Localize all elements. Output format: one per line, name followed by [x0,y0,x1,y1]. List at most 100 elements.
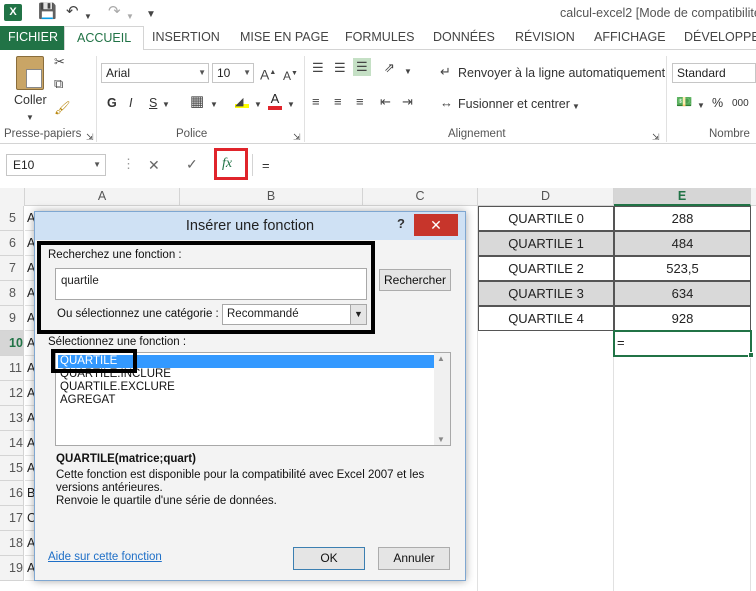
percent-button[interactable]: % [712,95,723,111]
quartile-label-cell[interactable]: QUARTILE 4 [478,306,614,331]
row-header-8[interactable]: 8 [0,281,24,306]
decrease-indent-icon[interactable]: ⇤ [380,94,391,110]
fill-handle[interactable] [748,352,754,358]
search-button[interactable]: Rechercher [379,269,451,291]
paste-dropdown-icon[interactable]: ▼ [26,110,34,126]
row-header-7[interactable]: 7 [0,256,24,281]
increase-indent-icon[interactable]: ⇥ [402,94,413,110]
close-button[interactable]: ✕ [414,214,458,236]
tab-insert[interactable]: INSERTION [152,26,220,50]
row-header-18[interactable]: 18 [0,531,24,556]
quartile-value-cell[interactable]: 484 [614,231,751,256]
align-right-icon[interactable]: ≡ [356,94,364,110]
wrap-text-button[interactable]: Renvoyer à la ligne automatiquement [458,65,665,81]
borders-icon[interactable]: ▦ [190,94,204,110]
column-header-a[interactable]: A [25,188,180,206]
row-header-9[interactable]: 9 [0,306,24,331]
quartile-value-cell[interactable]: 928 [614,306,751,331]
undo-icon[interactable]: ↶ [66,3,79,21]
chevron-down-icon[interactable]: ▼ [404,64,412,80]
tab-view[interactable]: AFFICHAGE [594,26,666,50]
row-header-10[interactable]: 10 [0,331,24,356]
align-bottom-icon[interactable]: ☰ [353,58,371,76]
list-item[interactable]: AGREGAT [60,394,115,407]
clipboard-launcher-icon[interactable]: ⇲ [86,129,94,145]
align-top-icon[interactable]: ☰ [312,60,324,76]
align-center-icon[interactable]: ≡ [334,94,342,110]
list-item[interactable]: QUARTILE.EXCLURE [60,381,175,394]
column-header-d[interactable]: D [478,188,614,206]
merge-center-button[interactable]: Fusionner et centrer [458,96,570,112]
quartile-label-cell[interactable]: QUARTILE 0 [478,206,614,231]
tab-formulas[interactable]: FORMULES [345,26,414,50]
scrollbar[interactable]: ▲ ▼ [434,353,450,445]
wrap-text-icon[interactable]: ↵ [440,64,451,80]
row-header-15[interactable]: 15 [0,456,24,481]
accounting-format-icon[interactable]: 💵 [676,94,692,110]
quartile-value-cell[interactable]: 523,5 [614,256,751,281]
font-launcher-icon[interactable]: ⇲ [293,129,301,145]
save-icon[interactable]: 💾 [38,3,57,21]
formula-content[interactable]: = [262,158,270,174]
tab-review[interactable]: RÉVISION [515,26,575,50]
row-header-11[interactable]: 11 [0,356,24,381]
select-all-corner[interactable] [0,188,25,206]
row-header-6[interactable]: 6 [0,231,24,256]
row-header-17[interactable]: 17 [0,506,24,531]
paste-button[interactable]: Coller [14,92,47,108]
active-cell-e10[interactable]: = [613,330,752,357]
chevron-down-icon[interactable]: ▼ [572,99,580,115]
quartile-value-cell[interactable]: 288 [614,206,751,231]
chevron-down-icon[interactable]: ▼ [162,97,170,113]
orientation-icon[interactable]: ⇗ [384,60,395,76]
chevron-down-icon[interactable]: ▼ [697,98,705,114]
column-header-c[interactable]: C [363,188,478,206]
row-header-19[interactable]: 19 [0,556,24,581]
scroll-up-icon[interactable]: ▲ [437,354,445,363]
quartile-value-cell[interactable]: 634 [614,281,751,306]
help-icon[interactable]: ? [397,216,405,231]
ok-button[interactable]: OK [293,547,365,570]
tab-data[interactable]: DONNÉES [433,26,495,50]
row-header-13[interactable]: 13 [0,406,24,431]
redo-dropdown-icon[interactable]: ▼ [126,8,134,26]
redo-icon[interactable]: ↷ [108,3,121,21]
increase-font-icon[interactable]: A▲ [260,65,276,83]
row-header-12[interactable]: 12 [0,381,24,406]
insert-function-icon[interactable]: fx [222,156,232,172]
paste-icon[interactable] [16,56,44,90]
help-link[interactable]: Aide sur cette fonction [48,551,162,563]
chevron-down-icon[interactable]: ▼ [254,97,262,113]
align-left-icon[interactable]: ≡ [312,94,320,110]
tab-page-layout[interactable]: MISE EN PAGE [240,26,329,50]
quartile-label-cell[interactable]: QUARTILE 1 [478,231,614,256]
copy-icon[interactable]: ⧉ [54,76,63,92]
format-painter-icon[interactable]: 🖌 [54,100,71,116]
merge-center-icon[interactable]: ↔ [440,95,453,111]
row-header-16[interactable]: 16 [0,481,24,506]
name-box[interactable]: E10 ▼ [6,154,106,176]
underline-button[interactable]: S [149,95,157,111]
cancel-button[interactable]: Annuler [378,547,450,570]
scroll-down-icon[interactable]: ▼ [437,435,445,444]
alignment-launcher-icon[interactable]: ⇲ [652,129,660,145]
align-middle-icon[interactable]: ☰ [334,60,346,76]
chevron-down-icon[interactable]: ▼ [210,97,218,113]
column-header-e[interactable]: E [614,188,751,206]
tab-home[interactable]: ACCUEIL [64,26,145,51]
thousands-button[interactable]: 000 [732,96,749,112]
tab-file[interactable]: FICHIER [0,26,66,50]
fill-color-icon[interactable]: ◢ [235,94,249,108]
confirm-entry-icon[interactable]: ✓ [186,156,198,172]
font-size-combo[interactable]: 10 ▼ [212,63,254,83]
bold-button[interactable]: G [107,95,117,111]
quartile-label-cell[interactable]: QUARTILE 3 [478,281,614,306]
row-header-5[interactable]: 5 [0,206,24,231]
font-name-combo[interactable]: Arial ▼ [101,63,209,83]
undo-dropdown-icon[interactable]: ▼ [84,8,92,26]
cancel-entry-icon[interactable]: ✕ [148,157,160,173]
decrease-font-icon[interactable]: A▼ [283,66,298,84]
number-format-combo[interactable]: Standard [672,63,756,83]
column-header-b[interactable]: B [180,188,363,206]
font-color-icon[interactable]: A [268,92,282,110]
